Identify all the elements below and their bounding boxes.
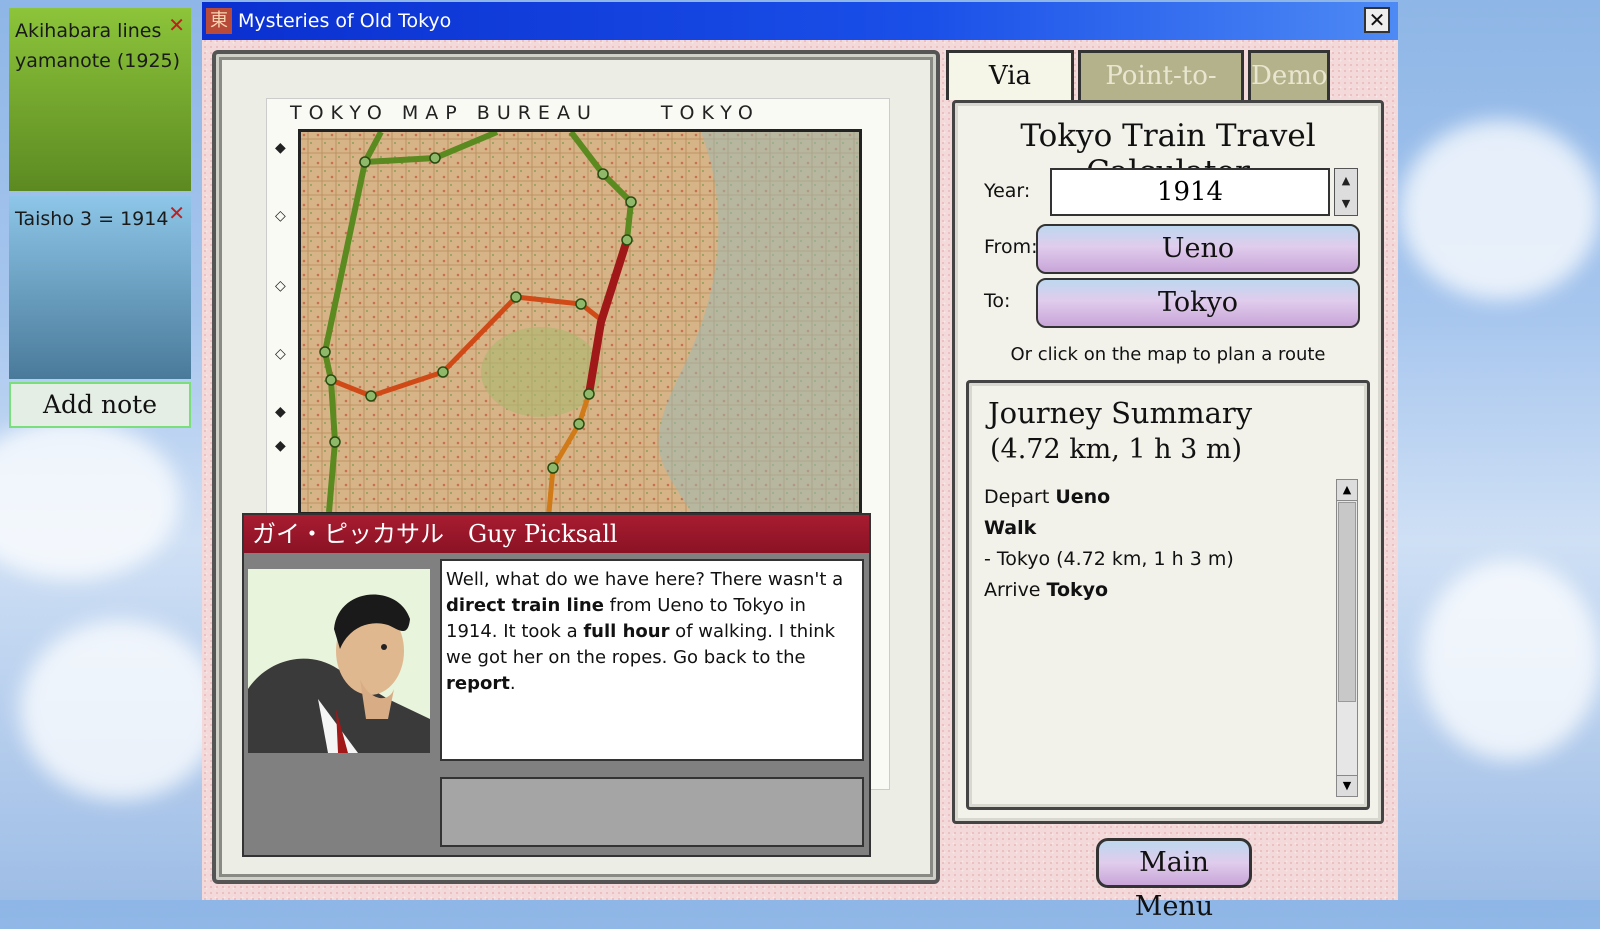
- tab-demo[interactable]: Demo: [1248, 50, 1330, 100]
- legend-marker-icon: ◆: [275, 438, 286, 454]
- year-spinner: ▲ ▼: [1334, 168, 1358, 216]
- close-window-button[interactable]: ✕: [1364, 7, 1390, 33]
- palace-grounds: [481, 327, 601, 417]
- station-marker[interactable]: [359, 156, 371, 168]
- dialog-text: Well, what do we have here? There wasn't…: [440, 559, 864, 761]
- dialog-text-segment: direct train line: [446, 595, 604, 616]
- station-marker[interactable]: [547, 462, 559, 474]
- journey-step: - Tokyo (4.72 km, 1 h 3 m): [984, 548, 1234, 570]
- dialog-text-segment: .: [509, 673, 516, 694]
- main-menu-button[interactable]: Main Menu: [1096, 838, 1252, 922]
- window-title: Mysteries of Old Tokyo: [238, 10, 452, 32]
- tab-via-station[interactable]: Via Station: [946, 50, 1074, 137]
- journey-summary-totals: (4.72 km, 1 h 3 m): [990, 434, 1242, 465]
- legend-marker-icon: ◆: [275, 140, 286, 156]
- journey-step: Depart Ueno: [984, 486, 1111, 508]
- title-bar: 東 Mysteries of Old Tokyo ✕: [202, 2, 1398, 40]
- station-marker[interactable]: [510, 291, 522, 303]
- spin-down-icon[interactable]: ▼: [1335, 192, 1357, 215]
- station-marker[interactable]: [325, 374, 337, 386]
- journey-step: Arrive Tokyo: [984, 579, 1109, 601]
- close-icon[interactable]: ✕: [168, 10, 185, 40]
- note-taisho[interactable]: Taisho 3 = 1914 ✕: [9, 196, 191, 379]
- tokyo-map[interactable]: [298, 129, 862, 515]
- spin-up-icon[interactable]: ▲: [1335, 169, 1357, 192]
- cloud: [0, 420, 180, 580]
- journey-steps: Depart Ueno Walk - Tokyo (4.72 km, 1 h 3…: [984, 482, 1324, 606]
- from-label: From:: [984, 236, 1038, 258]
- station-marker[interactable]: [329, 436, 341, 448]
- station-marker[interactable]: [597, 168, 609, 180]
- dialog-text-segment: Well, what do we have here? There wasn't…: [446, 569, 844, 590]
- tab-point-to-point[interactable]: Point-to-Point: [1078, 50, 1244, 137]
- station-marker[interactable]: [575, 298, 587, 310]
- to-select[interactable]: Tokyo: [1036, 278, 1360, 328]
- scroll-down-icon[interactable]: ▼: [1337, 775, 1357, 796]
- cloud: [1400, 120, 1600, 300]
- add-note-button[interactable]: Add note: [9, 382, 191, 428]
- close-icon[interactable]: ✕: [168, 198, 185, 228]
- map-hint: Or click on the map to plan a route: [1010, 344, 1326, 365]
- character-portrait: [248, 569, 430, 753]
- legend-marker-icon: ◇: [275, 278, 286, 294]
- summary-scrollbar[interactable]: ▲ ▼: [1336, 479, 1358, 797]
- station-marker[interactable]: [625, 196, 637, 208]
- station-marker[interactable]: [583, 388, 595, 400]
- portrait-svg: [248, 569, 430, 753]
- map-svg[interactable]: [301, 132, 859, 512]
- cloud: [1420, 560, 1600, 760]
- dialog-response-area[interactable]: [440, 777, 864, 847]
- from-select[interactable]: Ueno: [1036, 224, 1360, 274]
- station-marker[interactable]: [573, 418, 585, 430]
- map-header: TOKYO MAP BUREAU TOKYO: [290, 102, 890, 124]
- note-akihabara[interactable]: Akihabara lines yamanote (1925) ✕: [9, 8, 191, 191]
- app-icon: 東: [206, 8, 232, 34]
- note-text: Akihabara lines yamanote (1925): [15, 20, 181, 72]
- note-text: Taisho 3 = 1914: [15, 208, 169, 230]
- cloud: [20, 620, 220, 800]
- year-label: Year:: [984, 180, 1031, 202]
- character-dialog: ガイ・ピッカサル Guy Picksall Well, what do we h…: [242, 513, 871, 857]
- journey-step: Walk: [984, 517, 1037, 539]
- map-header-left: TOKYO MAP BUREAU: [290, 102, 598, 124]
- to-label: To:: [984, 290, 1011, 312]
- speaker-name: ガイ・ピッカサル Guy Picksall: [244, 515, 869, 553]
- journey-summary-title: Journey Summary: [988, 396, 1253, 430]
- scroll-up-icon[interactable]: ▲: [1337, 480, 1357, 501]
- map-header-right: TOKYO: [660, 102, 760, 124]
- legend-marker-icon: ◇: [275, 208, 286, 224]
- dialog-text-segment: full hour: [583, 621, 670, 642]
- station-marker[interactable]: [429, 152, 441, 164]
- station-marker[interactable]: [365, 390, 377, 402]
- scroll-thumb[interactable]: [1338, 502, 1356, 702]
- station-marker[interactable]: [437, 366, 449, 378]
- station-marker[interactable]: [319, 346, 331, 358]
- year-input[interactable]: 1914: [1050, 168, 1330, 216]
- station-marker[interactable]: [621, 234, 633, 246]
- legend-marker-icon: ◆: [275, 404, 286, 420]
- dialog-text-segment: report: [446, 673, 510, 694]
- legend-marker-icon: ◇: [275, 346, 286, 362]
